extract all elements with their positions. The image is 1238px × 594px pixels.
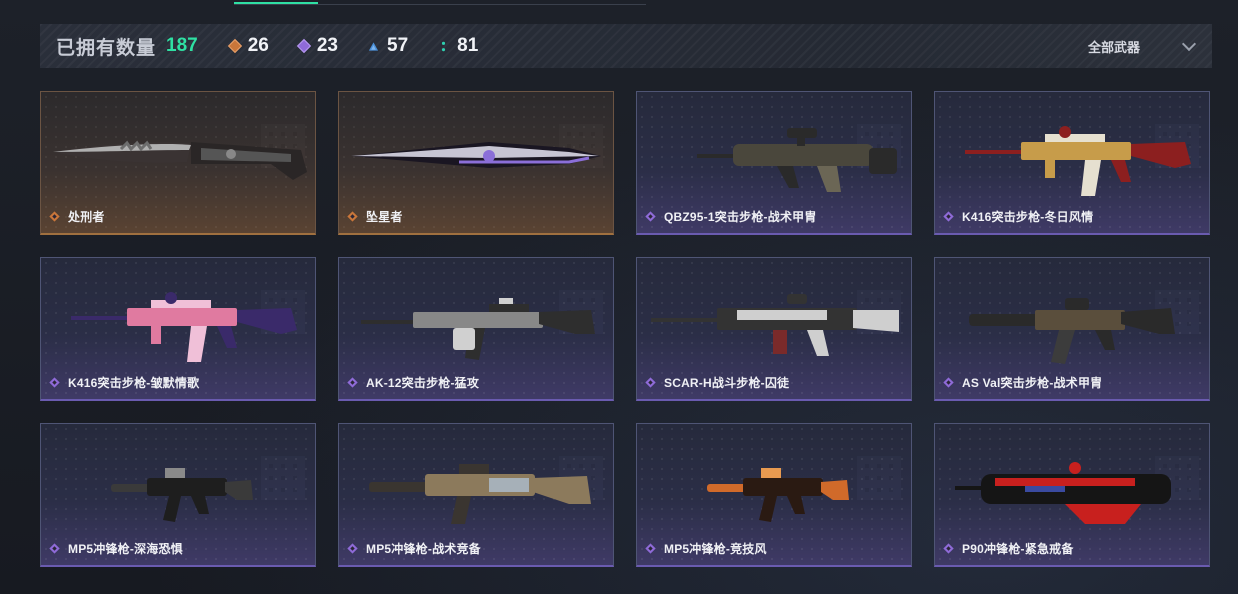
armory-panel: 已拥有数量 187 26 23 57 81 全部武器 处刑者 坠星者 QBZ95…: [0, 0, 1238, 594]
weapon-card-label: K416突击步枪-冬日风情: [943, 208, 1093, 225]
rarity-count-value: 23: [316, 35, 338, 56]
rarity-count-purple: 23: [296, 35, 338, 57]
weapon-image: [651, 294, 899, 356]
weapon-name: K416突击步枪-冬日风情: [962, 210, 1094, 224]
weapon-name: MP5冲锋枪-战术竞备: [366, 542, 481, 556]
weapon-card-label: AK-12突击步枪-猛攻: [347, 374, 479, 391]
purple-rarity-icon: [49, 543, 60, 554]
rarity-count-teal: 81: [438, 35, 478, 57]
purple-rarity-icon: [943, 543, 954, 554]
weapon-name: P90冲锋枪-紧急戒备: [962, 542, 1074, 556]
orange-rarity-icon: [347, 211, 358, 222]
weapon-name: SCAR-H战斗步枪-囚徒: [664, 376, 790, 390]
weapon-image: [965, 126, 1191, 196]
weapon-card[interactable]: MP5冲锋枪-竞技风: [636, 423, 912, 567]
weapon-name: QBZ95-1突击步枪-战术甲胄: [664, 210, 817, 224]
weapon-name: AS Val突击步枪-战术甲胄: [962, 376, 1103, 390]
weapon-card-label: MP5冲锋枪-深海恐惧: [49, 540, 183, 557]
weapon-image: [369, 464, 591, 524]
weapon-card[interactable]: 坠星者: [338, 91, 614, 235]
purple-diamond-icon: [296, 38, 311, 54]
weapon-image: [707, 468, 849, 522]
weapon-card[interactable]: AS Val突击步枪-战术甲胄: [934, 257, 1210, 401]
weapon-name: 处刑者: [68, 210, 105, 224]
orange-rarity-icon: [49, 211, 60, 222]
weapon-card[interactable]: 处刑者: [40, 91, 316, 235]
purple-rarity-icon: [943, 211, 954, 222]
weapon-name: MP5冲锋枪-深海恐惧: [68, 542, 183, 556]
weapon-image: [697, 128, 897, 192]
purple-rarity-icon: [645, 377, 656, 388]
purple-rarity-icon: [645, 211, 656, 222]
weapon-image: [361, 298, 595, 360]
weapon-card[interactable]: K416突击步枪-皱默情歌: [40, 257, 316, 401]
purple-rarity-icon: [49, 377, 60, 388]
weapon-card[interactable]: MP5冲锋枪-战术竞备: [338, 423, 614, 567]
weapon-card-label: MP5冲锋枪-战术竞备: [347, 540, 481, 557]
weapon-name: K416突击步枪-皱默情歌: [68, 376, 200, 390]
weapon-image: [111, 468, 253, 522]
rarity-count-blue: 57: [368, 35, 408, 57]
purple-rarity-icon: [347, 377, 358, 388]
rarity-count-value: 26: [247, 35, 269, 56]
weapon-card-label: MP5冲锋枪-竞技风: [645, 540, 767, 557]
owned-count: 187: [166, 35, 198, 56]
weapon-name: 坠星者: [366, 210, 403, 224]
filter-label: 全部武器: [1087, 39, 1140, 55]
weapon-card-label: AS Val突击步枪-战术甲胄: [943, 374, 1102, 391]
blue-triangle-icon: [368, 41, 379, 51]
orange-diamond-icon: [227, 38, 242, 54]
rarity-count-value: 81: [457, 35, 479, 56]
weapon-name: MP5冲锋枪-竞技风: [664, 542, 767, 556]
purple-rarity-icon: [943, 377, 954, 388]
weapon-image: [351, 142, 601, 168]
weapon-card-label: SCAR-H战斗步枪-囚徒: [645, 374, 789, 391]
weapon-card[interactable]: SCAR-H战斗步枪-囚徒: [636, 257, 912, 401]
owned-stats-bar: 已拥有数量 187 26 23 57 81 全部武器: [40, 24, 1212, 68]
weapon-card[interactable]: AK-12突击步枪-猛攻: [338, 257, 614, 401]
rarity-count-value: 57: [387, 35, 409, 56]
weapon-card[interactable]: P90冲锋枪-紧急戒备: [934, 423, 1210, 567]
weapon-name: AK-12突击步枪-猛攻: [366, 376, 480, 390]
weapon-card-label: P90冲锋枪-紧急戒备: [943, 540, 1074, 557]
weapon-card[interactable]: QBZ95-1突击步枪-战术甲胄: [636, 91, 912, 235]
weapon-card-label: QBZ95-1突击步枪-战术甲胄: [645, 208, 817, 225]
teal-dots-icon: [442, 41, 446, 51]
active-tab-indicator: [234, 2, 318, 4]
chevron-down-icon: [1181, 36, 1197, 52]
weapon-image: [955, 462, 1171, 524]
weapon-card[interactable]: MP5冲锋枪-深海恐惧: [40, 423, 316, 567]
weapon-card-label: 处刑者: [49, 208, 105, 225]
owned-label: 已拥有数量: [56, 37, 157, 59]
purple-rarity-icon: [347, 543, 358, 554]
weapon-filter-dropdown[interactable]: 全部武器: [1087, 24, 1197, 68]
weapon-card-label: K416突击步枪-皱默情歌: [49, 374, 199, 391]
rarity-count-orange: 26: [227, 35, 269, 57]
weapon-image: [969, 298, 1175, 364]
top-tab-strip: [234, 0, 646, 5]
weapon-card-label: 坠星者: [347, 208, 403, 225]
weapon-card[interactable]: K416突击步枪-冬日风情: [934, 91, 1210, 235]
weapon-image: [53, 140, 307, 180]
weapon-image: [71, 292, 297, 362]
purple-rarity-icon: [645, 543, 656, 554]
